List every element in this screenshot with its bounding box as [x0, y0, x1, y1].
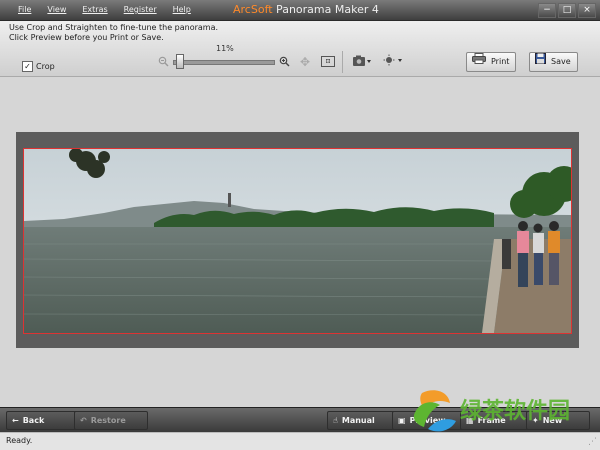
bottom-action-bar: ← Back ↶ Restore ☝ Manual ▣ Preview ▦ Fr… — [0, 407, 600, 432]
title-bar: File View Extras Register Help ArcSoft P… — [0, 0, 600, 21]
window-controls: − □ × — [538, 3, 596, 18]
save-label: Save — [551, 57, 571, 66]
panorama-image[interactable] — [23, 148, 572, 334]
toolbar: Use Crop and Straighten to fine-tune the… — [0, 21, 600, 77]
save-button[interactable]: Save — [529, 52, 578, 72]
new-icon: ✦ — [532, 416, 539, 425]
printer-icon — [472, 53, 486, 71]
menu-extras[interactable]: Extras — [74, 0, 115, 20]
zoom-in-icon[interactable] — [279, 56, 290, 70]
status-text: Ready. — [6, 436, 33, 445]
print-button[interactable]: Print — [466, 52, 517, 72]
new-label: New — [542, 416, 563, 425]
title-brand: ArcSoft — [233, 3, 273, 16]
frame-button[interactable]: ▦ Frame — [460, 411, 530, 430]
manual-label: Manual — [341, 416, 375, 425]
frame-label: Frame — [477, 416, 506, 425]
preview-button[interactable]: ▣ Preview — [392, 411, 464, 430]
hand-icon: ☝ — [333, 416, 338, 425]
camera-icon[interactable] — [352, 55, 372, 70]
restore-icon: ↶ — [80, 416, 87, 425]
close-button[interactable]: × — [578, 3, 596, 18]
back-label: Back — [22, 416, 45, 425]
zoom-slider-track[interactable] — [173, 60, 275, 65]
crop-label: Crop — [36, 62, 55, 71]
instruction-text: Use Crop and Straighten to fine-tune the… — [9, 23, 218, 43]
menu-view[interactable]: View — [39, 0, 74, 20]
panorama-canvas[interactable] — [0, 77, 600, 407]
restore-label: Restore — [90, 416, 126, 425]
restore-button[interactable]: ↶ Restore — [74, 411, 148, 430]
status-bar: Ready. ⋰ — [0, 432, 600, 450]
pan-icon[interactable]: ✥ — [300, 55, 310, 69]
instruction-line-1: Use Crop and Straighten to fine-tune the… — [9, 23, 219, 32]
resize-grip-icon[interactable]: ⋰ — [588, 437, 597, 447]
menu-file[interactable]: File — [10, 0, 39, 20]
brightness-icon[interactable] — [383, 54, 403, 69]
maximize-button[interactable]: □ — [558, 3, 576, 18]
new-button[interactable]: ✦ New — [526, 411, 590, 430]
minimize-button[interactable]: − — [538, 3, 556, 18]
print-label: Print — [491, 57, 510, 66]
toolbar-divider — [342, 51, 343, 73]
crop-checkbox[interactable]: ✓ — [22, 61, 33, 72]
title-product: Panorama Maker 4 — [272, 3, 379, 16]
manual-button[interactable]: ☝ Manual — [327, 411, 397, 430]
menu-register[interactable]: Register — [116, 0, 165, 20]
panorama-maker-window: File View Extras Register Help ArcSoft P… — [0, 0, 600, 450]
menu-help[interactable]: Help — [165, 0, 199, 20]
fit-window-icon[interactable]: ⊡ — [321, 56, 335, 67]
crop-toggle[interactable]: ✓ Crop — [22, 61, 55, 72]
frame-icon: ▦ — [466, 416, 474, 425]
instruction-line-2: Click Preview before you Print or Save. — [9, 33, 164, 42]
preview-icon: ▣ — [398, 416, 406, 425]
preview-label: Preview — [409, 416, 446, 425]
zoom-slider-thumb[interactable] — [176, 54, 184, 69]
menu-bar: File View Extras Register Help — [10, 0, 199, 20]
zoom-out-icon[interactable] — [158, 56, 169, 70]
back-button[interactable]: ← Back — [6, 411, 78, 430]
floppy-disk-icon — [535, 53, 546, 71]
back-arrow-icon: ← — [12, 416, 19, 425]
window-title: ArcSoft Panorama Maker 4 — [233, 0, 379, 20]
zoom-percentage: 11% — [216, 44, 234, 53]
